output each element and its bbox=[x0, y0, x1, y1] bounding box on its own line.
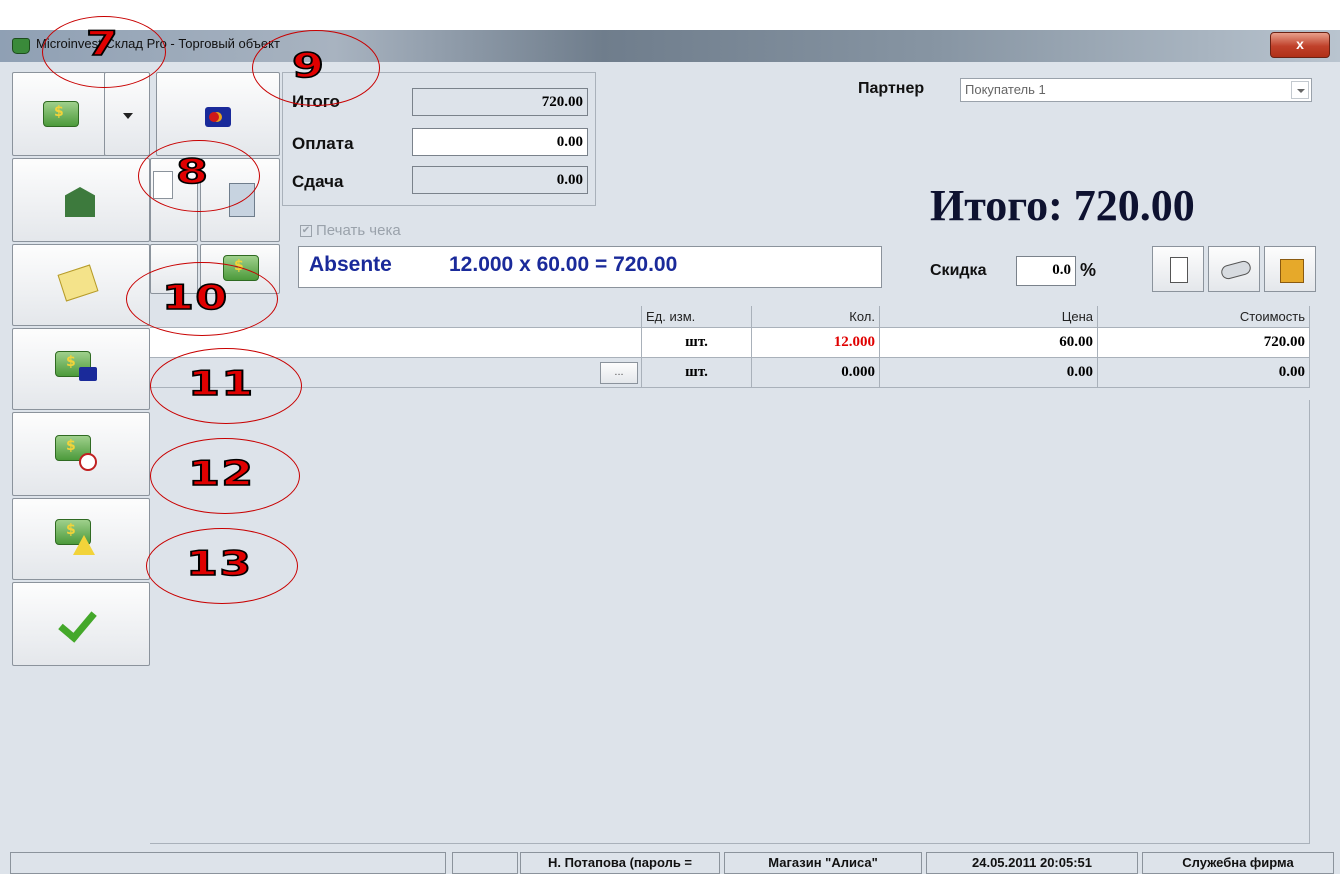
callout-7: 7 bbox=[85, 23, 120, 65]
print-receipt-checkbox[interactable]: ✔ Печать чека bbox=[300, 222, 401, 239]
bank-payment-button[interactable] bbox=[12, 158, 150, 242]
bank-icon bbox=[65, 187, 95, 217]
receipt-icon bbox=[1170, 257, 1188, 283]
status-company: Служебна фирма bbox=[1142, 852, 1334, 874]
app-icon bbox=[12, 38, 30, 54]
discount-label: Скидка bbox=[930, 262, 987, 279]
discount-input[interactable]: 0.0 bbox=[1016, 256, 1076, 286]
status-store: Магазин "Алиса" bbox=[724, 852, 922, 874]
deferred-payment-button[interactable] bbox=[12, 412, 150, 496]
dropdown-arrow-icon bbox=[123, 113, 133, 119]
callout-12: 12 bbox=[187, 453, 255, 495]
cell-unit[interactable]: шт. bbox=[642, 328, 752, 358]
eraser-icon bbox=[1219, 259, 1253, 281]
box-icon bbox=[1280, 259, 1304, 283]
current-item-formula: 12.000 x 60.00 = 720.00 bbox=[449, 253, 678, 276]
pay-label: Оплата bbox=[292, 134, 354, 153]
cell-unit[interactable]: шт. bbox=[642, 358, 752, 388]
status-cell-1 bbox=[10, 852, 446, 874]
note-icon bbox=[57, 264, 99, 302]
debt-payment-button[interactable] bbox=[12, 498, 150, 580]
callout-9: 9 bbox=[291, 45, 326, 87]
discount-unit: % bbox=[1080, 260, 1097, 280]
grid-area bbox=[150, 400, 1310, 844]
status-datetime: 24.05.2011 20:05:51 bbox=[926, 852, 1138, 874]
cell-cost[interactable]: 720.00 bbox=[1098, 328, 1310, 358]
current-item-name: Absente bbox=[309, 253, 392, 276]
confirm-button[interactable] bbox=[12, 582, 150, 666]
change-field: 0.00 bbox=[412, 166, 588, 194]
print-receipt-check-icon: ✔ bbox=[300, 225, 312, 238]
cell-qty[interactable]: 12.000 bbox=[752, 328, 880, 358]
grand-total: Итого: 720.00 bbox=[930, 181, 1195, 230]
current-item-display: Absente 12.000 x 60.00 = 720.00 bbox=[298, 246, 882, 288]
items-grid: Ед. изм. Кол. Цена Стоимость шт. 12.000 … bbox=[150, 306, 1310, 400]
cell-price[interactable]: 60.00 bbox=[880, 328, 1098, 358]
change-label: Сдача bbox=[292, 172, 344, 191]
table-row[interactable]: ... шт. 0.000 0.00 0.00 bbox=[150, 358, 1310, 388]
cell-qty[interactable]: 0.000 bbox=[752, 358, 880, 388]
mixed-payment-button[interactable] bbox=[12, 328, 150, 410]
chevron-down-icon[interactable] bbox=[1291, 81, 1309, 99]
clock-overlay-icon bbox=[79, 453, 97, 471]
col-header-price[interactable]: Цена bbox=[880, 306, 1098, 328]
cash-icon bbox=[43, 101, 79, 127]
voucher-button[interactable] bbox=[12, 244, 150, 326]
status-user: Н. Потапова (пароль = bbox=[520, 852, 720, 874]
table-row[interactable]: шт. 12.000 60.00 720.00 bbox=[150, 328, 1310, 358]
cell-price[interactable]: 0.00 bbox=[880, 358, 1098, 388]
eraser-tool-button[interactable] bbox=[1208, 246, 1260, 292]
card-icon bbox=[205, 107, 231, 127]
callout-10: 10 bbox=[161, 277, 229, 319]
print-receipt-label: Печать чека bbox=[316, 222, 401, 239]
cell-cost[interactable]: 0.00 bbox=[1098, 358, 1310, 388]
card-overlay-icon bbox=[79, 367, 97, 381]
partner-label: Партнер bbox=[858, 80, 925, 97]
goods-tool-button[interactable] bbox=[1264, 246, 1316, 292]
checkmark-icon bbox=[58, 602, 97, 643]
callout-13: 13 bbox=[185, 543, 253, 585]
total-field: 720.00 bbox=[412, 88, 588, 116]
close-button[interactable]: x bbox=[1270, 32, 1330, 58]
partner-select[interactable]: Покупатель 1 bbox=[960, 78, 1312, 102]
col-header-unit[interactable]: Ед. изм. bbox=[642, 306, 752, 328]
partner-value: Покупатель 1 bbox=[965, 82, 1046, 97]
col-header-cost[interactable]: Стоимость bbox=[1098, 306, 1310, 328]
pay-input[interactable]: 0.00 bbox=[412, 128, 588, 156]
callout-8: 8 bbox=[175, 151, 210, 193]
receipt-tool-button[interactable] bbox=[1152, 246, 1204, 292]
ellipsis-button[interactable]: ... bbox=[600, 362, 638, 384]
col-header-qty[interactable]: Кол. bbox=[752, 306, 880, 328]
callout-11: 11 bbox=[187, 363, 255, 405]
status-cell-2 bbox=[452, 852, 518, 874]
